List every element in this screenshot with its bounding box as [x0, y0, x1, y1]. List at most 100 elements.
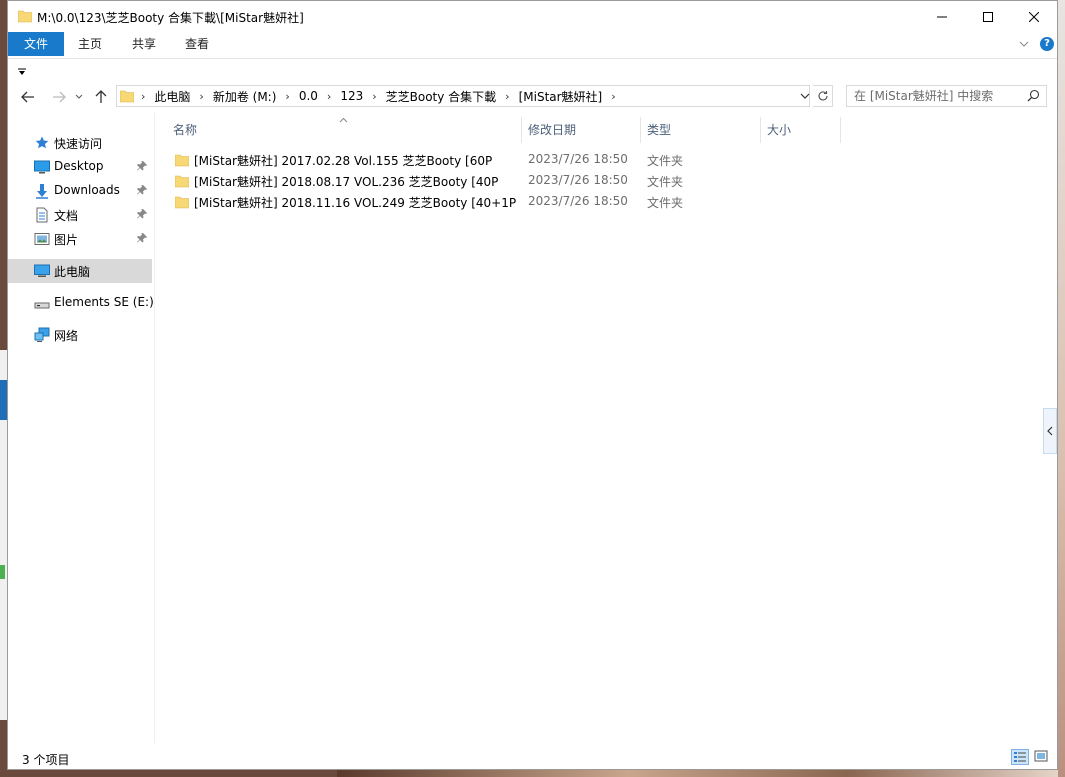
breadcrumb-folder[interactable]: 0.0 [292, 89, 325, 103]
breadcrumb-separator-icon[interactable]: › [609, 90, 617, 103]
address-bar[interactable]: › 此电脑 › 新加卷 (M:) › 0.0 › 123 › 芝芝Booty 合… [116, 85, 810, 107]
sidebar-item-network[interactable]: 网络 [8, 323, 152, 347]
minimize-icon [937, 16, 947, 17]
column-header-date[interactable]: 修改日期 [528, 117, 640, 143]
breadcrumb-folder[interactable]: 芝芝Booty 合集下載 [379, 88, 504, 105]
search-icon[interactable] [1027, 89, 1040, 105]
quick-access-toolbar [8, 59, 1057, 81]
window-title: M:\0.0\123\芝芝Booty 合集下載\[MiStar魅妍社] [37, 11, 304, 25]
breadcrumb-separator-icon[interactable]: › [197, 90, 205, 103]
tab-view[interactable]: 查看 [172, 32, 222, 56]
breadcrumb-current[interactable]: [MiStar魅妍社] [512, 88, 610, 105]
customize-toolbar-button[interactable] [18, 65, 26, 79]
help-icon[interactable]: ? [1040, 37, 1054, 51]
folder-icon [17, 9, 33, 26]
pin-icon[interactable] [137, 232, 147, 246]
picture-icon [34, 231, 50, 247]
sidebar-item-documents[interactable]: 文档 [8, 203, 152, 227]
file-date: 2023/7/26 18:50 [528, 173, 628, 187]
pin-icon[interactable] [137, 160, 147, 174]
large-icons-view-icon [1034, 750, 1048, 762]
up-button[interactable] [90, 87, 112, 107]
folder-icon [174, 153, 190, 170]
download-icon [34, 183, 50, 199]
search-input[interactable] [854, 88, 1019, 104]
desktop-icon [34, 159, 50, 175]
explorer-window: M:\0.0\123\芝芝Booty 合集下載\[MiStar魅妍社] 文件 主… [7, 0, 1058, 770]
table-row[interactable]: [MiStar魅妍社] 2017.02.28 Vol.155 芝芝Booty [… [171, 149, 693, 170]
sidebar-item-this-pc[interactable]: 此电脑 [8, 259, 152, 283]
address-history-button[interactable] [800, 90, 810, 104]
column-divider[interactable] [760, 117, 761, 143]
breadcrumb: › 此电脑 › 新加卷 (M:) › 0.0 › 123 › 芝芝Booty 合… [139, 86, 618, 106]
navigation-pane: 快速访问 Desktop Downloads 文档 图片 此电脑 Element… [8, 113, 154, 743]
sidebar-item-quick-access[interactable]: 快速访问 [8, 131, 152, 155]
dropdown-arrow-icon [18, 68, 26, 75]
details-view-icon [1014, 752, 1026, 762]
tab-file[interactable]: 文件 [8, 32, 64, 56]
item-count: 3 个项目 [22, 753, 70, 767]
search-box[interactable] [846, 85, 1047, 107]
tab-share[interactable]: 共享 [118, 32, 170, 56]
large-icons-view-button[interactable] [1033, 749, 1051, 765]
ribbon: 文件 主页 共享 查看 ? [8, 32, 1057, 59]
sidebar-item-label: 快速访问 [54, 137, 103, 151]
back-button[interactable] [17, 87, 39, 107]
breadcrumb-folder[interactable]: 123 [333, 89, 370, 103]
column-divider[interactable] [640, 117, 641, 143]
sidebar-item-pictures[interactable]: 图片 [8, 227, 152, 251]
desktop-wallpaper-strip [337, 770, 1065, 777]
file-date: 2023/7/26 18:50 [528, 152, 628, 166]
chevron-left-icon [1047, 426, 1053, 436]
title-bar[interactable]: M:\0.0\123\芝芝Booty 合集下載\[MiStar魅妍社] [8, 1, 1057, 32]
sidebar-item-downloads[interactable]: Downloads [8, 179, 152, 203]
sidebar-item-label: 文档 [54, 209, 79, 223]
column-divider[interactable] [521, 117, 522, 143]
details-view-button[interactable] [1011, 749, 1029, 765]
refresh-icon [817, 91, 828, 101]
chevron-down-icon [75, 94, 83, 99]
breadcrumb-this-pc[interactable]: 此电脑 [147, 88, 197, 105]
minimize-button[interactable] [919, 1, 965, 32]
arrow-left-icon [21, 91, 34, 103]
close-button[interactable] [1011, 1, 1057, 32]
refresh-button[interactable] [813, 85, 833, 107]
breadcrumb-separator-icon[interactable]: › [503, 90, 511, 103]
breadcrumb-separator-icon[interactable]: › [370, 90, 378, 103]
navigation-pane-divider[interactable] [154, 113, 155, 743]
file-name: [MiStar魅妍社] 2018.11.16 VOL.249 芝芝Booty [… [194, 196, 517, 210]
breadcrumb-separator-icon[interactable]: › [139, 90, 147, 103]
forward-button[interactable] [48, 87, 70, 107]
column-divider[interactable] [840, 117, 841, 143]
column-header-size[interactable]: 大小 [767, 117, 839, 143]
sidebar-item-label: Elements SE (E:) [54, 295, 154, 309]
recent-locations-button[interactable] [71, 87, 87, 107]
pin-icon[interactable] [137, 184, 147, 198]
column-header-name[interactable]: 名称 [173, 117, 521, 143]
tab-home[interactable]: 主页 [66, 32, 114, 56]
close-icon [1029, 11, 1039, 22]
sidebar-item-label: 网络 [54, 329, 79, 343]
file-date: 2023/7/26 18:50 [528, 194, 628, 208]
desktop-wallpaper-right [1058, 0, 1065, 777]
sidebar-item-label: 图片 [54, 233, 79, 247]
sidebar-item-label: 此电脑 [54, 265, 91, 279]
sidebar-item-desktop[interactable]: Desktop [8, 155, 152, 179]
breadcrumb-separator-icon[interactable]: › [283, 90, 291, 103]
table-row[interactable]: [MiStar魅妍社] 2018.08.17 VOL.236 芝芝Booty [… [171, 170, 693, 191]
maximize-button[interactable] [965, 1, 1011, 32]
drive-icon [34, 295, 50, 311]
preview-pane-toggle[interactable] [1043, 408, 1057, 454]
file-type: 文件夹 [647, 154, 684, 168]
column-header-type[interactable]: 类型 [647, 117, 759, 143]
breadcrumb-separator-icon[interactable]: › [325, 90, 333, 103]
expand-ribbon-button[interactable] [1019, 38, 1029, 52]
chevron-down-icon [800, 93, 810, 99]
maximize-icon [983, 11, 993, 22]
file-type: 文件夹 [647, 196, 684, 210]
star-icon [34, 135, 50, 151]
breadcrumb-drive[interactable]: 新加卷 (M:) [206, 88, 284, 105]
pin-icon[interactable] [137, 208, 147, 222]
sidebar-item-elements-se-drive[interactable]: Elements SE (E:) [8, 291, 154, 315]
table-row[interactable]: [MiStar魅妍社] 2018.11.16 VOL.249 芝芝Booty [… [171, 191, 693, 212]
